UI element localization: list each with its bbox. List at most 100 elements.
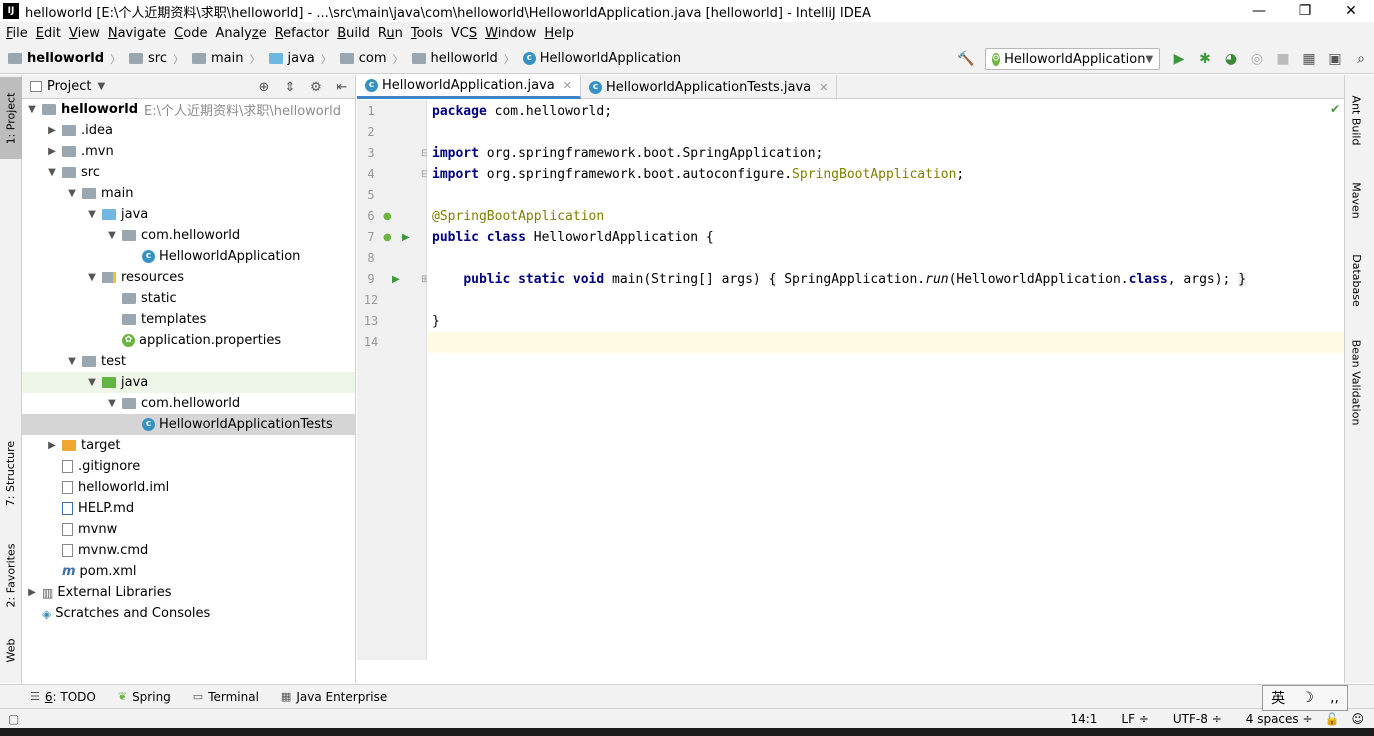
chevron-down-icon[interactable]: ▼ (106, 230, 118, 241)
tab-database[interactable]: Database (1345, 243, 1367, 318)
tab-structure[interactable]: 7: Structure (0, 430, 22, 516)
stop-icon[interactable]: ■ (1270, 48, 1296, 70)
toggle-tool-windows-icon[interactable]: ▢ (8, 712, 19, 726)
menu-item[interactable]: Edit (32, 26, 65, 41)
no-problems-check-icon[interactable]: ✔ (1330, 102, 1340, 116)
run-gutter-icon[interactable]: ▶ (402, 227, 410, 248)
chevron-down-icon[interactable]: ▼ (66, 188, 78, 199)
editor-tab-helloworldapplicationtests[interactable]: c HelloworldApplicationTests.java ✕ (581, 75, 838, 99)
run-gutter-icon[interactable]: ▶ (392, 269, 400, 290)
sdk-icon[interactable]: ▣ (1322, 48, 1348, 70)
tree-item[interactable]: c HelloworldApplication (22, 246, 355, 267)
close-tab-icon[interactable]: ✕ (819, 81, 828, 94)
gear-icon[interactable]: ⚙ (303, 80, 329, 95)
ime-toolbar[interactable]: 英 ☽ ‚‚ (1262, 685, 1348, 711)
tree-item[interactable]: ▶ .idea (22, 120, 355, 141)
editor-gutter[interactable]: 1 2 3 4 5 6 7 8 9 12 13 14 ⊟ ⊟ ● ● ▶ ▶ ⊞ (357, 100, 429, 660)
tree-item[interactable]: ▶ .mvn (22, 141, 355, 162)
project-structure-icon[interactable]: ▦ (1296, 48, 1322, 70)
chevron-down-icon[interactable]: ▼ (46, 167, 58, 178)
tree-item[interactable]: ▶ target (22, 435, 355, 456)
menu-item[interactable]: Navigate (104, 26, 170, 41)
build-hammer-icon[interactable]: 🔨 (953, 48, 979, 70)
tree-item[interactable]: ▼ com.helloworld (22, 393, 355, 414)
tree-item[interactable]: ▼ main (22, 183, 355, 204)
caret-position[interactable]: 14:1 (1070, 712, 1097, 726)
chevron-right-icon[interactable]: ▶ (46, 146, 58, 157)
menu-item[interactable]: Build (333, 26, 374, 41)
chevron-down-icon[interactable]: ▼ (86, 272, 98, 283)
tab-todo[interactable]: ☰ 6: TODO (30, 690, 96, 704)
minimize-button[interactable]: — (1236, 0, 1282, 22)
ime-punctuation-toggle[interactable]: ‚‚ (1330, 690, 1339, 706)
locate-icon[interactable]: ⊕ (251, 80, 277, 95)
maximize-button[interactable]: ❐ (1282, 0, 1328, 22)
breadcrumb-java[interactable]: java 〉 (261, 51, 332, 67)
tab-ant-build[interactable]: Ant Build (1345, 80, 1367, 160)
breadcrumb-src[interactable]: src 〉 (121, 51, 184, 67)
tree-item[interactable]: ▼ resources (22, 267, 355, 288)
menu-item[interactable]: Window (481, 26, 540, 41)
menu-item[interactable]: Tools (407, 26, 447, 41)
chevron-right-icon[interactable]: ▶ (46, 125, 58, 136)
menu-item[interactable]: VCS (447, 26, 481, 41)
menu-item[interactable]: Code (170, 26, 211, 41)
breadcrumb-main[interactable]: main 〉 (184, 51, 261, 67)
chevron-down-icon[interactable]: ▼ (26, 104, 38, 115)
chevron-right-icon[interactable]: ▶ (26, 587, 38, 598)
tab-project[interactable]: 1: Project (0, 77, 22, 159)
tree-item[interactable]: ▼ java (22, 204, 355, 225)
tree-item-root[interactable]: ▼ helloworld E:\个人近期资料\求职\helloworld (22, 99, 355, 120)
tree-item[interactable]: mvnw (22, 519, 355, 540)
ime-language-toggle[interactable]: 英 (1271, 688, 1285, 708)
spring-bean-icon[interactable]: ● (383, 227, 392, 248)
tree-item[interactable]: c HelloworldApplicationTests (22, 414, 355, 435)
menu-item[interactable]: View (65, 26, 104, 41)
chevron-right-icon[interactable]: ▶ (46, 440, 58, 451)
menu-item[interactable]: File (2, 26, 32, 41)
lock-icon[interactable]: 🔓 (1325, 712, 1340, 726)
tree-item[interactable]: templates (22, 309, 355, 330)
inspector-icon[interactable]: ☺ (1351, 712, 1364, 726)
indent-setting[interactable]: 4 spaces ÷ (1234, 712, 1313, 726)
close-tab-icon[interactable]: ✕ (563, 79, 572, 92)
tab-web[interactable]: Web (0, 630, 22, 670)
breadcrumb-project[interactable]: helloworld 〉 (0, 51, 121, 67)
menu-item[interactable]: Analyze (211, 26, 270, 41)
tree-item[interactable]: static (22, 288, 355, 309)
debug-bug-icon[interactable]: ✱ (1192, 48, 1218, 70)
tree-item[interactable]: ▼ test (22, 351, 355, 372)
tree-item[interactable]: .gitignore (22, 456, 355, 477)
line-separator[interactable]: LF ÷ (1109, 712, 1148, 726)
coverage-icon[interactable]: ◕ (1218, 48, 1244, 70)
tree-item[interactable]: ◈ Scratches and Consoles (22, 603, 355, 624)
breadcrumb-helloworld[interactable]: helloworld 〉 (404, 51, 515, 67)
chevron-down-icon[interactable]: ▼ (86, 209, 98, 220)
editor-tab-helloworldapplication[interactable]: c HelloworldApplication.java ✕ (357, 75, 581, 99)
close-button[interactable]: ✕ (1328, 0, 1374, 22)
tree-item[interactable]: ▼ com.helloworld (22, 225, 355, 246)
menu-item[interactable]: Run (374, 26, 407, 41)
tree-item[interactable]: ✿ application.properties (22, 330, 355, 351)
chevron-down-icon[interactable]: ▼ (86, 377, 98, 388)
tree-item[interactable]: helloworld.iml (22, 477, 355, 498)
profile-icon[interactable]: ◎ (1244, 48, 1270, 70)
run-icon[interactable]: ▶ (1166, 48, 1192, 70)
tree-item[interactable]: mvnw.cmd (22, 540, 355, 561)
chevron-down-icon[interactable]: ▼ (106, 398, 118, 409)
code-editor[interactable]: package com.helloworld; import org.sprin… (427, 100, 1344, 660)
tab-bean-validation[interactable]: Bean Validation (1345, 330, 1367, 435)
breadcrumb-class[interactable]: c HelloworldApplication (515, 51, 681, 66)
menu-item[interactable]: Refactor (271, 26, 334, 41)
spring-bean-icon[interactable]: ● (383, 206, 392, 227)
search-icon[interactable]: ⌕ (1348, 48, 1374, 70)
chevron-down-icon[interactable]: ▼ (97, 81, 105, 92)
collapse-all-icon[interactable]: ⇕ (277, 80, 303, 95)
tab-maven[interactable]: Maven (1345, 170, 1367, 230)
tree-item[interactable]: ▼ java (22, 372, 355, 393)
chevron-down-icon[interactable]: ▼ (66, 356, 78, 367)
tab-favorites[interactable]: 2: Favorites (0, 530, 22, 620)
tree-item[interactable]: ▶ ▥ External Libraries (22, 582, 355, 603)
moon-icon[interactable]: ☽ (1301, 690, 1314, 706)
tree-item[interactable]: HELP.md (22, 498, 355, 519)
